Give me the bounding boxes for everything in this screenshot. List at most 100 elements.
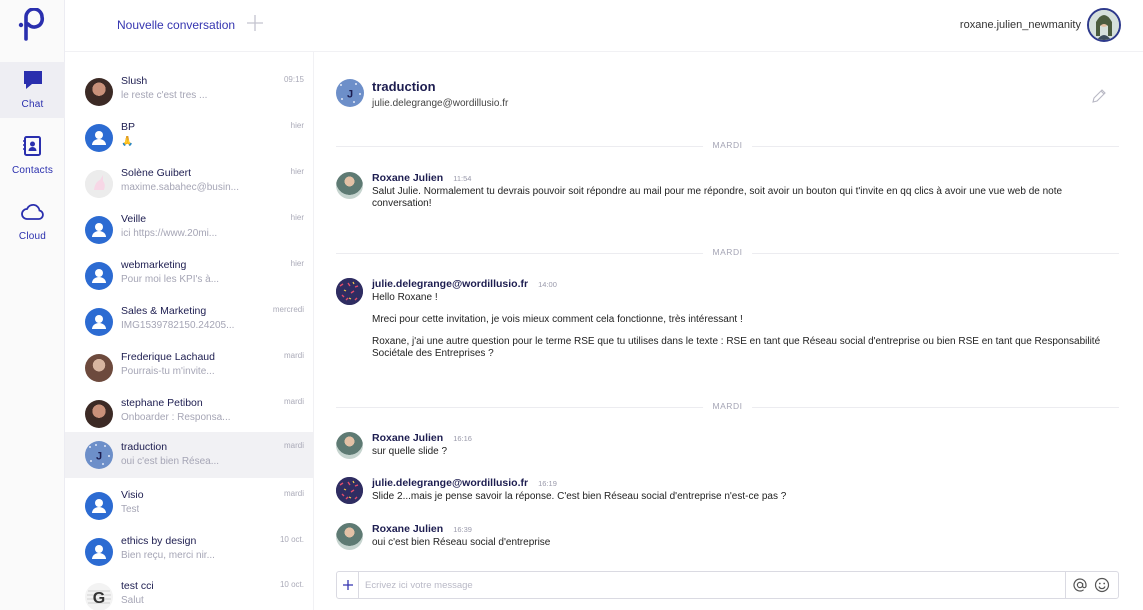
conversation-time: hier bbox=[290, 213, 304, 222]
left-rail: Chat Contacts Cloud bbox=[0, 0, 65, 610]
conversation-time: 09:15 bbox=[283, 75, 304, 84]
pattern-avatar-icon bbox=[336, 278, 363, 305]
conversation-preview: Test bbox=[121, 504, 140, 515]
conversation-title: traduction bbox=[372, 79, 436, 94]
conversation-time: mercredi bbox=[272, 305, 304, 314]
day-separator: MARDI bbox=[336, 140, 1119, 152]
avatar bbox=[85, 78, 113, 106]
avatar-photo-icon bbox=[1089, 10, 1119, 40]
message-time: 16:16 bbox=[453, 434, 472, 443]
conversation-name: Veille bbox=[121, 213, 147, 225]
group-icon bbox=[92, 223, 106, 237]
message-time: 16:19 bbox=[538, 479, 557, 488]
conversation-preview: 🙏 bbox=[121, 136, 134, 147]
avatar bbox=[336, 477, 363, 504]
attach-button[interactable] bbox=[337, 572, 359, 598]
svg-text:G: G bbox=[93, 590, 105, 607]
conversation-name: test cci bbox=[121, 580, 154, 592]
message-author: julie.delegrange@wordillusio.fr 16:19 bbox=[372, 477, 557, 489]
new-conversation-link[interactable]: Nouvelle conversation bbox=[117, 18, 235, 32]
conversation-name: Sales & Marketing bbox=[121, 305, 207, 317]
list-item-selected[interactable]: J traduction oui c'est bien Résea... mar… bbox=[65, 432, 313, 478]
conversation-time: mardi bbox=[283, 441, 304, 450]
list-item[interactable]: Solène Guibert maxime.sabahec@busin... h… bbox=[65, 161, 313, 207]
rail-item-contacts[interactable]: Contacts bbox=[0, 128, 65, 184]
day-separator: MARDI bbox=[336, 401, 1119, 413]
mention-icon[interactable] bbox=[1072, 577, 1088, 593]
conversation-preview: Pourrais-tu m'invite... bbox=[121, 366, 215, 377]
rail-item-label: Chat bbox=[21, 99, 44, 110]
top-bar: Nouvelle conversation roxane.julien_newm… bbox=[65, 0, 1143, 52]
conversation-name: stephane Petibon bbox=[121, 397, 203, 409]
rail-item-chat[interactable]: Chat bbox=[0, 62, 65, 118]
chat-icon bbox=[23, 71, 42, 89]
conversation-time: mardi bbox=[283, 489, 304, 498]
list-item[interactable]: Visio Test mardi bbox=[65, 483, 313, 529]
conversation-avatar[interactable]: J bbox=[336, 79, 364, 107]
conversation-time: 10 oct. bbox=[279, 535, 304, 544]
list-item[interactable]: webmarketing Pour moi les KPI's à... hie… bbox=[65, 253, 313, 299]
message-body: Hello Roxane ! Mreci pour cette invitati… bbox=[372, 292, 1101, 359]
conversation-name: Slush bbox=[121, 75, 148, 87]
emoji-icon[interactable] bbox=[1094, 577, 1110, 593]
conversation-time: hier bbox=[290, 121, 304, 130]
rail-item-label: Contacts bbox=[11, 165, 54, 176]
conversation-name: traduction bbox=[121, 441, 168, 453]
avatar bbox=[85, 124, 113, 152]
conversation-name: ethics by design bbox=[121, 535, 197, 547]
avatar bbox=[85, 354, 113, 382]
unicorn-avatar-icon bbox=[85, 170, 113, 198]
composer-divider bbox=[1065, 572, 1066, 598]
day-separator: MARDI bbox=[336, 247, 1119, 259]
message-input[interactable] bbox=[365, 576, 1055, 594]
conversation-preview: ici https://www.20mi... bbox=[121, 228, 218, 239]
list-item-hidden bbox=[65, 52, 313, 58]
message-time: 16:39 bbox=[453, 525, 472, 534]
avatar: J bbox=[85, 441, 113, 469]
conversation-name: Visio bbox=[121, 489, 144, 501]
conversation-time: hier bbox=[290, 259, 304, 268]
conversation-name: BP bbox=[121, 121, 136, 133]
conversation-preview: IMG1539782150.24205... bbox=[121, 320, 235, 331]
conversation-time: mardi bbox=[283, 397, 304, 406]
avatar bbox=[85, 262, 113, 290]
avatar bbox=[85, 308, 113, 336]
conversation-preview: maxime.sabahec@busin... bbox=[121, 182, 239, 193]
avatar bbox=[336, 432, 363, 459]
contacts-icon bbox=[22, 136, 41, 156]
group-icon bbox=[92, 545, 106, 559]
message-composer bbox=[336, 571, 1119, 599]
list-item[interactable]: G test cci Salut 10 oct. bbox=[65, 574, 313, 610]
pencil-icon[interactable] bbox=[1091, 88, 1107, 104]
chat-header: J traduction julie.delegrange@wordillusi… bbox=[314, 52, 1143, 136]
list-item[interactable]: Frederique Lachaud Pourrais-tu m'invite.… bbox=[65, 345, 313, 391]
conversation-name: Solène Guibert bbox=[121, 167, 192, 179]
conversation-list: Slush le reste c'est tres ... 09:15 BP 🙏… bbox=[65, 52, 314, 610]
letter-avatar-icon: J bbox=[340, 83, 361, 103]
g-logo-icon: G bbox=[87, 590, 111, 607]
group-icon bbox=[92, 499, 106, 513]
message-time: 11:54 bbox=[453, 174, 472, 183]
rail-item-cloud[interactable]: Cloud bbox=[0, 194, 65, 250]
avatar bbox=[336, 278, 363, 305]
rail-item-label: Cloud bbox=[18, 231, 47, 242]
pattern-avatar-icon bbox=[336, 477, 363, 504]
conversation-name: Frederique Lachaud bbox=[121, 351, 215, 363]
user-avatar[interactable] bbox=[1087, 8, 1121, 42]
list-item[interactable]: ethics by design Bien reçu, merci nir...… bbox=[65, 529, 313, 575]
message-time: 14:00 bbox=[538, 280, 557, 289]
list-item[interactable]: stephane Petibon Onboarder : Responsa...… bbox=[65, 391, 313, 437]
avatar bbox=[336, 172, 363, 199]
conversation-email: julie.delegrange@wordillusio.fr bbox=[372, 98, 509, 109]
add-conversation-icon[interactable] bbox=[246, 14, 264, 32]
list-item[interactable]: Slush le reste c'est tres ... 09:15 bbox=[65, 69, 313, 115]
username-label[interactable]: roxane.julien_newmanity bbox=[960, 19, 1081, 31]
list-item[interactable]: BP 🙏 hier bbox=[65, 115, 313, 161]
conversation-time: 10 oct. bbox=[279, 580, 304, 589]
list-item[interactable]: Sales & Marketing IMG1539782150.24205...… bbox=[65, 299, 313, 345]
svg-text:J: J bbox=[347, 89, 353, 101]
list-item[interactable]: Veille ici https://www.20mi... hier bbox=[65, 207, 313, 253]
group-icon bbox=[92, 315, 106, 329]
app-logo[interactable] bbox=[16, 8, 50, 42]
conversation-preview: Bien reçu, merci nir... bbox=[121, 550, 215, 561]
